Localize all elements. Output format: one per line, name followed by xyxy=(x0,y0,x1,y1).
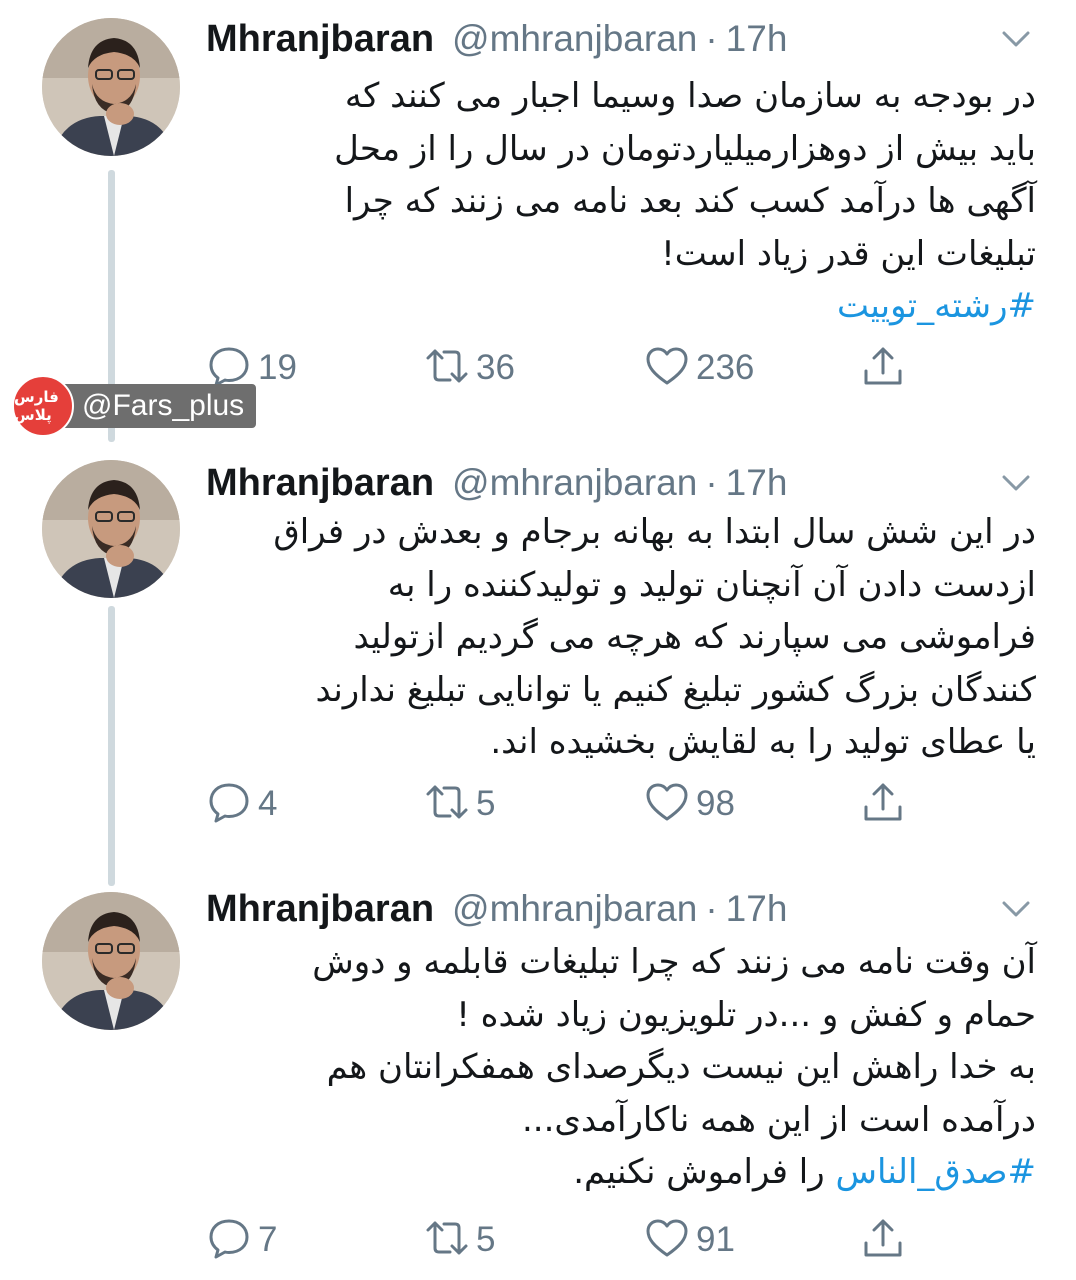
author-handle[interactable]: @mhranjbaran xyxy=(452,18,697,60)
retweet-icon xyxy=(424,1215,470,1265)
tweet-text-line: فراموشی می سپارند که هرچه می گردیم ازتول… xyxy=(353,617,1036,657)
retweet-icon xyxy=(424,343,470,393)
separator-dot: · xyxy=(705,462,718,503)
like-count: 91 xyxy=(696,1220,735,1259)
tweet-text-line: ازدست دادن آن آنچنان تولید و تولیدکننده … xyxy=(387,564,1036,605)
like-count: 236 xyxy=(696,348,755,387)
separator-dot: · xyxy=(705,18,718,59)
retweet-count: 36 xyxy=(476,348,515,387)
like-icon xyxy=(644,779,690,829)
reply-count: 7 xyxy=(258,1220,278,1259)
tweet-text-line: باید بیش از دوهزارمیلیاردتومان در سال را… xyxy=(334,128,1036,169)
retweet-button[interactable]: 5 xyxy=(424,774,495,834)
tweet-time[interactable]: 17h xyxy=(726,888,788,930)
retweet-count: 5 xyxy=(476,784,496,823)
tweet-text-line: آن وقت نامه می زنند که چرا تبلیغات قابلم… xyxy=(312,942,1036,982)
retweet-button[interactable]: 5 xyxy=(424,1210,495,1270)
author-handle[interactable]: @mhranjbaran xyxy=(452,462,697,504)
tweet-actions: 19 36 236 xyxy=(206,338,1046,398)
avatar[interactable] xyxy=(42,460,180,598)
avatar[interactable] xyxy=(42,18,180,156)
author-name[interactable]: Mhranjbaran xyxy=(206,18,434,61)
share-icon xyxy=(860,343,906,393)
tweet-text-line: در بودجه به سازمان صدا وسیما اجبار می کن… xyxy=(344,76,1036,116)
reply-icon xyxy=(206,1215,252,1265)
reply-count: 4 xyxy=(258,784,278,823)
chevron-down-icon[interactable] xyxy=(996,468,1036,498)
author-name[interactable]: Mhranjbaran xyxy=(206,888,434,931)
like-icon xyxy=(644,343,690,393)
tweet-text-fragment: را فراموش نکنیم. xyxy=(573,1152,836,1192)
like-count: 98 xyxy=(696,784,735,823)
tweet[interactable]: Mhranjbaran @mhranjbaran · 17h در بودجه … xyxy=(0,0,1076,440)
watermark-logo: فارس پلاس xyxy=(12,375,74,437)
tweet-header: Mhranjbaran @mhranjbaran · 17h xyxy=(206,458,1046,508)
share-icon xyxy=(860,779,906,829)
avatar[interactable] xyxy=(42,892,180,1030)
tweet-text-line: درآمده است از این همه ناکارآمدی... xyxy=(521,1099,1036,1140)
tweet-text-line: حمام و کفش و ...در تلویزیون زیاد شده ! xyxy=(456,994,1036,1035)
tweet-text-line: تبلیغات این قدر زیاد است! xyxy=(661,233,1036,274)
share-button[interactable] xyxy=(860,774,906,834)
avatar-photo xyxy=(42,18,180,156)
reply-button[interactable]: 4 xyxy=(206,774,277,834)
chevron-down-icon[interactable] xyxy=(996,894,1036,924)
share-button[interactable] xyxy=(860,338,906,398)
avatar-photo xyxy=(42,892,180,1030)
retweet-button[interactable]: 36 xyxy=(424,338,515,398)
tweet-text: در این شش سال ابتدا به بهانه برجام و بعد… xyxy=(206,506,1036,769)
hashtag-link[interactable]: #رشته_توییت xyxy=(206,280,1036,333)
retweet-icon xyxy=(424,779,470,829)
tweet-actions: 7 5 91 xyxy=(206,1210,1046,1270)
share-icon xyxy=(860,1215,906,1265)
tweet-text-line: یا عطای تولید را به لقایش بخشیده اند. xyxy=(490,722,1036,762)
watermark-label: @Fars_plus xyxy=(60,384,257,428)
hashtag-link[interactable]: #صدق_الناس xyxy=(835,1152,1036,1192)
like-icon xyxy=(644,1215,690,1265)
tweet-text-line: #صدق_الناس را فراموش نکنیم. xyxy=(206,1146,1036,1199)
like-button[interactable]: 91 xyxy=(644,1210,735,1270)
tweet-time[interactable]: 17h xyxy=(726,18,788,60)
tweet-header: Mhranjbaran @mhranjbaran · 17h xyxy=(206,14,1046,64)
tweet-header: Mhranjbaran @mhranjbaran · 17h xyxy=(206,884,1046,934)
tweet[interactable]: Mhranjbaran @mhranjbaran · 17h آن وقت نا… xyxy=(0,884,1076,1280)
avatar-photo xyxy=(42,460,180,598)
watermark: فارس پلاس @Fars_plus xyxy=(12,375,257,437)
reply-icon xyxy=(206,779,252,829)
like-button[interactable]: 236 xyxy=(644,338,754,398)
tweet[interactable]: Mhranjbaran @mhranjbaran · 17h در این شش… xyxy=(0,444,1076,884)
share-button[interactable] xyxy=(860,1210,906,1270)
separator-dot: · xyxy=(705,888,718,929)
like-button[interactable]: 98 xyxy=(644,774,735,834)
reply-button[interactable]: 7 xyxy=(206,1210,277,1270)
tweet-text-line: آگهی ها درآمد کسب کند بعد نامه می زنند ک… xyxy=(344,181,1036,221)
tweet-text: در بودجه به سازمان صدا وسیما اجبار می کن… xyxy=(206,70,1036,333)
tweet-text-line: کنندگان بزرگ کشور تبلیغ کنیم یا توانایی … xyxy=(315,669,1036,710)
author-handle[interactable]: @mhranjbaran xyxy=(452,888,697,930)
retweet-count: 5 xyxy=(476,1220,496,1259)
tweet-text: آن وقت نامه می زنند که چرا تبلیغات قابلم… xyxy=(206,936,1036,1199)
tweet-text-line: در این شش سال ابتدا به بهانه برجام و بعد… xyxy=(273,512,1036,552)
tweet-time[interactable]: 17h xyxy=(726,462,788,504)
tweet-actions: 4 5 98 xyxy=(206,774,1046,834)
reply-count: 19 xyxy=(258,348,297,387)
chevron-down-icon[interactable] xyxy=(996,24,1036,54)
tweet-text-line: به خدا راهش این نیست دیگرصدای همفکرانتان… xyxy=(326,1047,1036,1087)
author-name[interactable]: Mhranjbaran xyxy=(206,462,434,505)
